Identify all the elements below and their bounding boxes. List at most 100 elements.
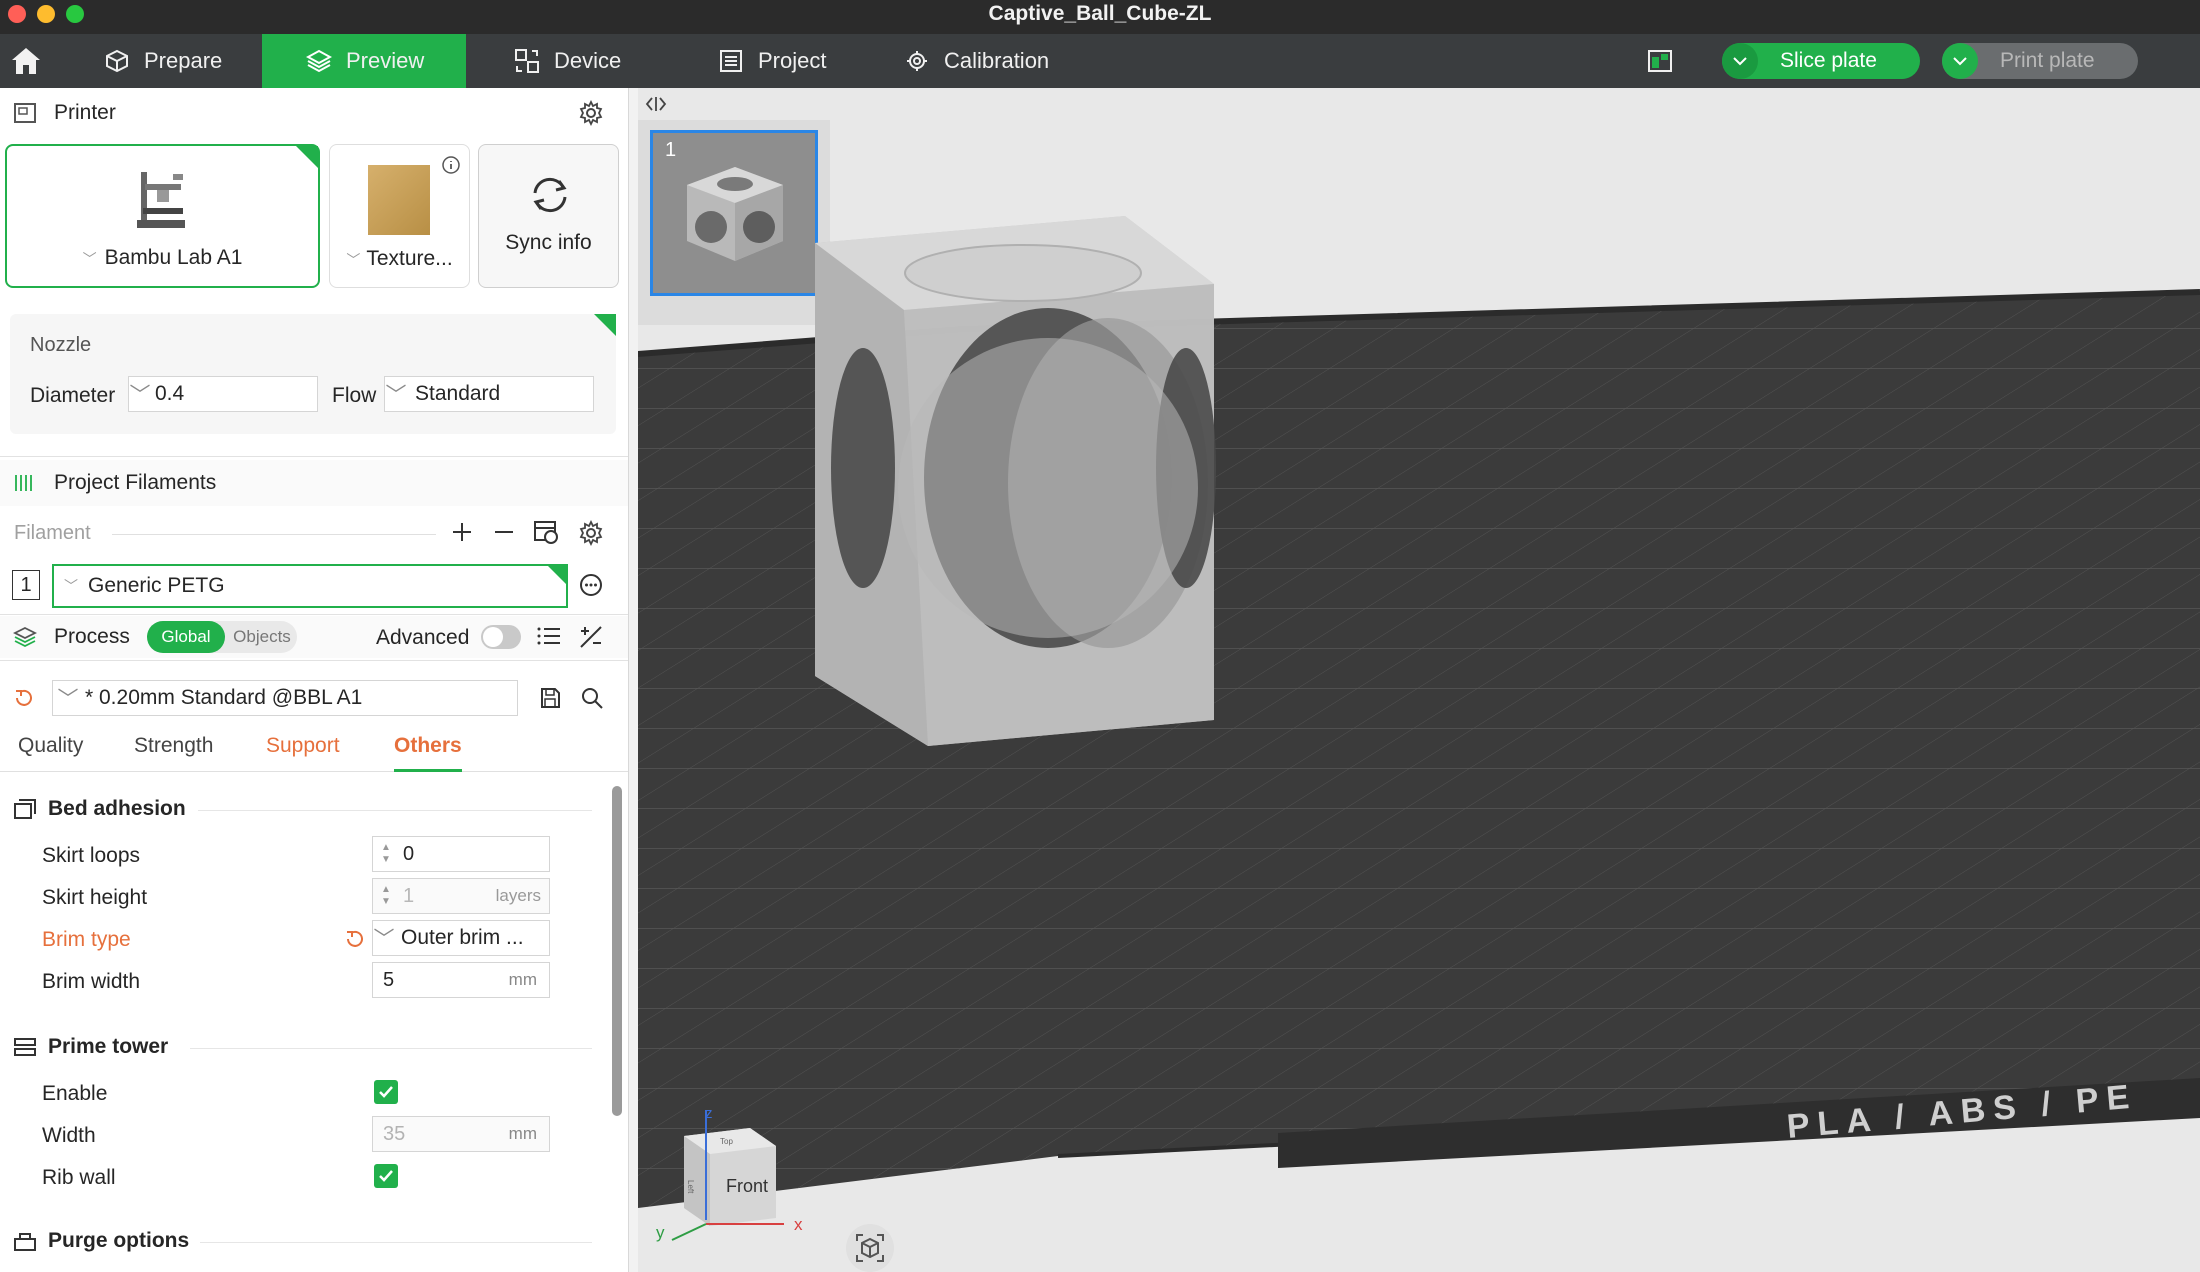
divider: [198, 810, 592, 811]
layout-toggle-icon[interactable]: [1646, 47, 1674, 75]
tab-strength[interactable]: Strength: [134, 728, 213, 772]
add-filament-icon[interactable]: [450, 520, 474, 549]
tab-calibration-label: Calibration: [944, 48, 1050, 73]
sync-info-button[interactable]: Sync info: [478, 144, 619, 288]
textured-plate-icon: [368, 165, 430, 235]
bed-adhesion-header: Bed adhesion: [12, 796, 186, 822]
diameter-label: Diameter: [30, 384, 116, 407]
settings-scrollbar[interactable]: [612, 786, 622, 1116]
slice-plate-button[interactable]: Slice plate: [1722, 43, 1920, 79]
tab-others[interactable]: Others: [394, 728, 462, 772]
brim-width-input[interactable]: 5 mm: [372, 962, 550, 998]
rib-wall-label: Rib wall: [42, 1166, 116, 1189]
prime-tower-width-value: 35: [383, 1122, 406, 1145]
brim-type-select[interactable]: ﹀ Outer brim ...: [372, 920, 550, 956]
filament-select[interactable]: ﹀ Generic PETG: [52, 564, 568, 608]
axis-y-label: y: [656, 1223, 665, 1242]
stepper-arrows[interactable]: ▲ ▼: [373, 837, 399, 871]
skirt-height-input[interactable]: ▲ ▼ 1 layers: [372, 878, 550, 914]
view-cube-top-label[interactable]: Top: [720, 1137, 733, 1146]
divider: [0, 660, 628, 661]
gear-icon[interactable]: [578, 519, 604, 551]
view-cube-left-label[interactable]: Left: [686, 1180, 695, 1194]
bed-adhesion-title: Bed adhesion: [48, 797, 186, 820]
selected-corner-marker: [548, 566, 566, 584]
tab-prepare[interactable]: Prepare: [84, 34, 262, 88]
diameter-value: 0.4: [155, 382, 185, 405]
rib-wall-checkbox[interactable]: [374, 1164, 398, 1188]
process-layers-icon: [12, 624, 38, 650]
divider: [200, 1242, 592, 1243]
prime-tower-title: Prime tower: [48, 1035, 169, 1058]
view-cube[interactable]: z x y Front Top Left: [638, 1105, 818, 1272]
nozzle-title: Nozzle: [30, 334, 92, 356]
captive-ball-cube-model[interactable]: [815, 216, 1216, 746]
compare-icon[interactable]: [578, 624, 604, 655]
tab-project[interactable]: Project: [716, 34, 876, 88]
tab-calibration[interactable]: Calibration: [902, 34, 1102, 88]
remove-filament-icon[interactable]: [492, 520, 516, 549]
flow-label: Flow: [332, 384, 377, 407]
prime-tower-width-label: Width: [42, 1124, 96, 1147]
build-plate-scene: PLA / ABS / PE: [638, 216, 2200, 1208]
tab-prepare-label: Prepare: [144, 48, 223, 73]
advanced-switch[interactable]: [481, 625, 521, 649]
view-cube-front-label[interactable]: Front: [726, 1176, 768, 1196]
prime-tower-width-input[interactable]: 35 mm: [372, 1116, 550, 1152]
skirt-loops-input[interactable]: ▲ ▼ 0: [372, 836, 550, 872]
tab-device[interactable]: Device: [512, 34, 672, 88]
device-icon: [512, 46, 542, 76]
tab-project-label: Project: [758, 48, 827, 73]
global-option[interactable]: Global: [147, 621, 225, 653]
chevron-down-icon[interactable]: [1722, 43, 1758, 79]
plate-selector[interactable]: ﹀ Texture...: [330, 247, 469, 271]
title-bar: Captive_Ball_Cube-ZL: [0, 0, 2200, 34]
printer-card[interactable]: ﹀ Bambu Lab A1: [5, 144, 320, 288]
view-fit-icon: [856, 1234, 884, 1262]
skirt-height-label: Skirt height: [42, 886, 148, 909]
home-icon[interactable]: [8, 44, 44, 78]
filament-sync-icon[interactable]: [532, 518, 560, 551]
panel-splitter[interactable]: [628, 88, 638, 1272]
tab-preview[interactable]: Preview: [262, 34, 466, 88]
prime-tower-enable-label: Enable: [42, 1082, 108, 1105]
3d-viewport[interactable]: 1 PLA / ABS / PE z x y Front Top Left: [638, 88, 2200, 1272]
reset-preset-icon[interactable]: [12, 686, 36, 715]
tab-support[interactable]: Support: [266, 728, 340, 772]
divider: [0, 456, 628, 457]
process-preset-select[interactable]: ﹀ * 0.20mm Standard @BBL A1: [52, 680, 518, 716]
window-title: Captive_Ball_Cube-ZL: [988, 2, 1212, 25]
filament-row: 1 ﹀ Generic PETG: [0, 564, 628, 610]
search-icon[interactable]: [580, 686, 604, 715]
global-objects-toggle[interactable]: Global Objects: [147, 621, 297, 653]
list-icon[interactable]: [536, 624, 562, 653]
reset-view-button[interactable]: [846, 1224, 894, 1272]
more-options-icon[interactable]: [578, 572, 604, 603]
printer-model-icon: [131, 164, 191, 239]
purge-options-header: Purge options: [12, 1228, 189, 1254]
flow-select[interactable]: ﹀ Standard: [384, 376, 594, 412]
chevron-down-icon: ﹀: [64, 578, 78, 594]
printer-selector[interactable]: ﹀ Bambu Lab A1: [7, 246, 318, 270]
plate-type-card[interactable]: ﹀ Texture...: [329, 144, 470, 288]
gear-icon[interactable]: [578, 99, 604, 132]
project-filaments-label: Project Filaments: [54, 471, 217, 494]
diameter-select[interactable]: ﹀ 0.4: [128, 376, 318, 412]
slice-plate-label: Slice plate: [1780, 49, 1877, 72]
print-plate-button[interactable]: Print plate: [1942, 43, 2138, 79]
project-filaments-header: Project Filaments: [0, 460, 628, 506]
prime-tower-enable-checkbox[interactable]: [374, 1080, 398, 1104]
skirt-height-unit: layers: [495, 886, 541, 905]
save-preset-icon[interactable]: [538, 686, 562, 715]
brim-width-value: 5: [383, 968, 395, 991]
brim-width-label: Brim width: [42, 970, 141, 993]
chevron-down-icon[interactable]: [1942, 43, 1978, 79]
reset-value-icon[interactable]: [344, 928, 366, 955]
nozzle-panel: Nozzle Diameter ﹀ 0.4 Flow ﹀ Standard: [10, 314, 616, 434]
printer-section-header: Printer: [0, 88, 628, 138]
stepper-arrows[interactable]: ▲ ▼: [373, 879, 399, 913]
info-icon[interactable]: [441, 155, 461, 180]
tab-quality[interactable]: Quality: [18, 728, 83, 772]
objects-option[interactable]: Objects: [229, 621, 295, 653]
document-icon: [716, 46, 746, 76]
